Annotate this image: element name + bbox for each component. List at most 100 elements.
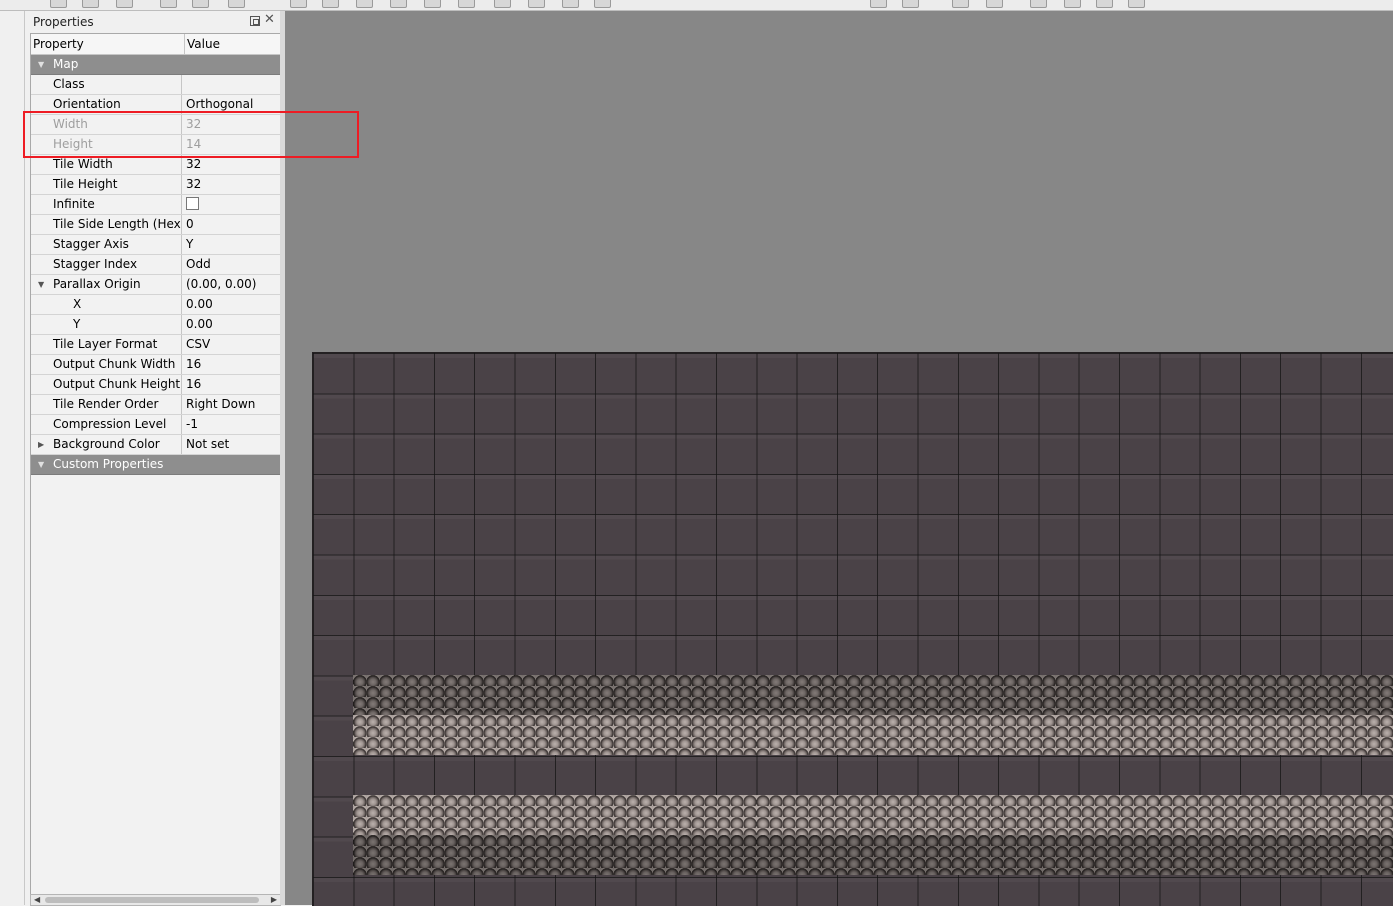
property-row-tile-render-order[interactable]: Tile Render Order Right Down <box>31 395 280 415</box>
property-value[interactable]: 16 <box>182 355 280 374</box>
property-value[interactable]: 32 <box>182 175 280 194</box>
property-value[interactable]: 32 <box>182 155 280 174</box>
scroll-left-icon[interactable]: ◀ <box>34 895 40 905</box>
bucket-fill-icon[interactable] <box>356 0 373 8</box>
property-value: 32 <box>186 117 202 131</box>
property-value[interactable]: 0 <box>182 215 280 234</box>
property-label: X <box>31 295 182 314</box>
panel-title: Properties <box>33 15 94 29</box>
scroll-right-icon[interactable]: ▶ <box>271 895 277 905</box>
group-map[interactable]: ▼ Map <box>31 55 280 75</box>
property-value[interactable]: (0.00, 0.00) <box>182 275 280 294</box>
column-header-property[interactable]: Property <box>31 34 185 54</box>
property-row-parallax-y[interactable]: Y 0.00 <box>31 315 280 335</box>
flip-icon[interactable] <box>902 0 919 8</box>
property-value[interactable]: Odd <box>182 255 280 274</box>
tile-map[interactable] <box>312 352 1393 906</box>
property-label: Tile Layer Format <box>31 335 182 354</box>
property-value[interactable]: Orthogonal <box>182 95 280 114</box>
property-row-tile-width[interactable]: Tile Width 32 <box>31 155 280 175</box>
property-row-compression-level[interactable]: Compression Level -1 <box>31 415 280 435</box>
property-row-infinite[interactable]: Infinite <box>31 195 280 215</box>
property-row-tile-height[interactable]: Tile Height 32 <box>31 175 280 195</box>
eraser-icon[interactable] <box>424 0 441 8</box>
stone-wall-row <box>353 715 1393 755</box>
terrain-brush-icon[interactable] <box>322 0 339 8</box>
property-label: Orientation <box>31 95 182 114</box>
property-row-output-chunk-width[interactable]: Output Chunk Width 16 <box>31 355 280 375</box>
property-label: Tile Side Length (Hex) <box>31 215 182 234</box>
property-value[interactable]: -1 <box>182 415 280 434</box>
stamp-brush-icon[interactable] <box>290 0 307 8</box>
property-row-tile-side-length[interactable]: Tile Side Length (Hex) 0 <box>31 215 280 235</box>
group-custom-properties[interactable]: ▼ Custom Properties <box>31 455 280 475</box>
property-row-stagger-axis[interactable]: Stagger Axis Y <box>31 235 280 255</box>
command-icon[interactable] <box>228 0 245 8</box>
property-value[interactable]: 16 <box>182 375 280 394</box>
property-value[interactable]: Right Down <box>182 395 280 414</box>
close-icon[interactable]: ✕ <box>264 12 275 28</box>
expand-arrow-icon[interactable]: ▼ <box>38 455 44 474</box>
undo-icon[interactable] <box>160 0 177 8</box>
property-row-output-chunk-height[interactable]: Output Chunk Height 16 <box>31 375 280 395</box>
property-row-background-color[interactable]: ▶ Background Color Not set <box>31 435 280 455</box>
rotate-icon[interactable] <box>870 0 887 8</box>
property-label: Stagger Axis <box>31 235 182 254</box>
property-row-orientation[interactable]: Orientation Orthogonal <box>31 95 280 115</box>
property-value: 14 <box>186 137 202 151</box>
property-value[interactable]: 0.00 <box>182 295 280 314</box>
map-canvas[interactable] <box>285 11 1393 906</box>
rect-select-icon[interactable] <box>458 0 475 8</box>
redo-icon[interactable] <box>192 0 209 8</box>
panel-icon[interactable] <box>1030 0 1047 8</box>
shape-fill-icon[interactable] <box>390 0 407 8</box>
group-label: Map <box>53 57 79 71</box>
select-same-icon[interactable] <box>528 0 545 8</box>
property-row-parallax-x[interactable]: X 0.00 <box>31 295 280 315</box>
horizontal-scrollbar[interactable]: ◀ ▶ <box>30 894 281 906</box>
property-label: Stagger Index <box>31 255 182 274</box>
infinite-checkbox[interactable] <box>186 197 199 210</box>
split-icon[interactable] <box>1096 0 1113 8</box>
property-row-class[interactable]: Class <box>31 75 280 95</box>
collapse-arrow-icon[interactable]: ▶ <box>38 435 44 454</box>
property-value[interactable]: 0.00 <box>182 315 280 334</box>
property-label: Tile Render Order <box>31 395 182 414</box>
property-label: Output Chunk Width <box>31 355 182 374</box>
expand-arrow-icon[interactable]: ▼ <box>38 55 44 74</box>
property-row-stagger-index[interactable]: Stagger Index Odd <box>31 255 280 275</box>
property-label: Y <box>31 315 182 334</box>
grid-icon[interactable] <box>1128 0 1145 8</box>
magic-wand-icon[interactable] <box>494 0 511 8</box>
property-row-width: Width 32 <box>31 115 280 135</box>
property-value[interactable] <box>182 75 280 94</box>
property-tree: Property Value ▼ Map Class Orientation Or… <box>30 33 281 895</box>
tree-header: Property Value <box>31 34 280 55</box>
expand-arrow-icon[interactable]: ▼ <box>38 275 44 294</box>
object-select-icon[interactable] <box>562 0 579 8</box>
main-toolbar <box>0 0 1393 11</box>
open-file-icon[interactable] <box>82 0 99 8</box>
property-value[interactable]: CSV <box>182 335 280 354</box>
column-header-value[interactable]: Value <box>185 34 220 54</box>
stone-wall-row <box>353 835 1393 875</box>
layer-icon[interactable] <box>986 0 1003 8</box>
float-panel-icon[interactable] <box>250 16 260 26</box>
group-label: Custom Properties <box>53 457 164 471</box>
property-value[interactable]: Y <box>182 235 280 254</box>
property-row-parallax-origin[interactable]: ▼ Parallax Origin (0.00, 0.00) <box>31 275 280 295</box>
property-label: Output Chunk Height <box>31 375 182 394</box>
property-value[interactable]: Not set <box>182 435 280 454</box>
back-icon[interactable] <box>1064 0 1081 8</box>
property-label: Height <box>31 135 182 154</box>
new-map-icon[interactable] <box>50 0 67 8</box>
property-row-tile-layer-format[interactable]: Tile Layer Format CSV <box>31 335 280 355</box>
property-label: Tile Width <box>31 155 182 174</box>
property-row-height: Height 14 <box>31 135 280 155</box>
save-icon[interactable] <box>116 0 133 8</box>
property-label: Compression Level <box>31 415 182 434</box>
property-label: Parallax Origin <box>53 277 141 291</box>
scrollbar-thumb[interactable] <box>45 897 259 903</box>
edit-polygon-icon[interactable] <box>594 0 611 8</box>
world-icon[interactable] <box>952 0 969 8</box>
